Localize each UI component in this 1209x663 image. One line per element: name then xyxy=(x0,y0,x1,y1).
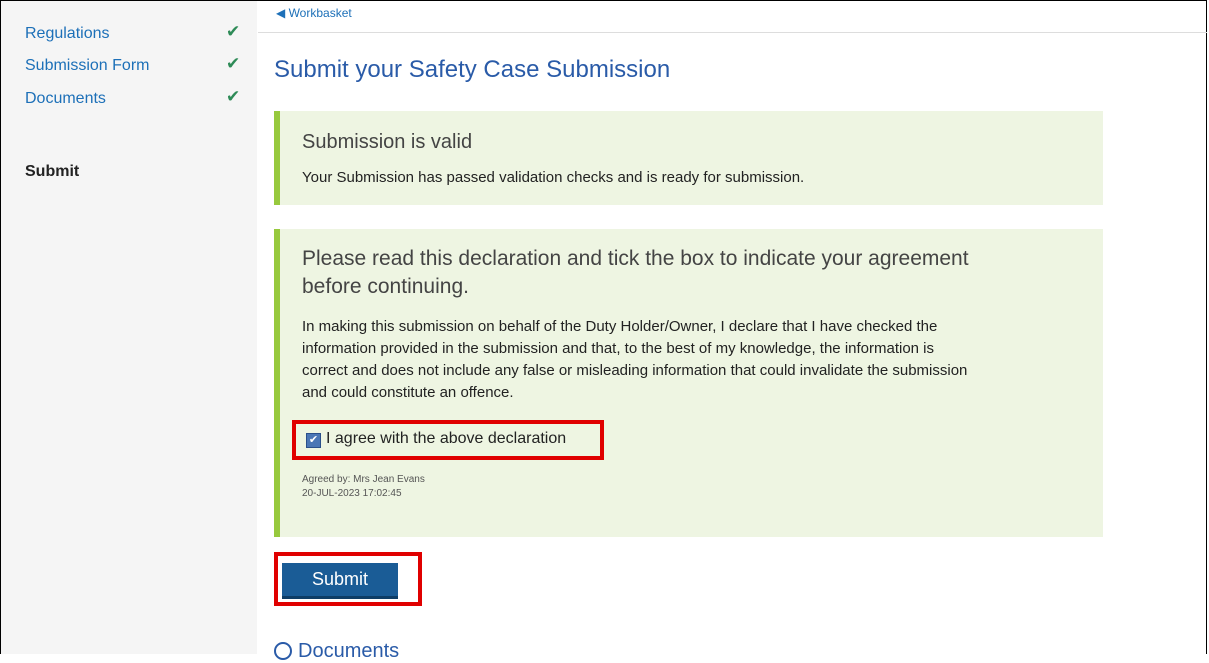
declaration-title-line2: before continuing. xyxy=(302,275,469,298)
declaration-title-line1: Please read this declaration and tick th… xyxy=(302,247,969,270)
agreed-by: Agreed by: Mrs Jean Evans xyxy=(302,474,425,485)
sidebar-item-submission-form[interactable]: Submission Form xyxy=(25,57,149,75)
declaration-text-line: correct and does not include any false o… xyxy=(302,362,968,379)
collapse-icon[interactable] xyxy=(274,642,292,660)
sidebar: Regulations ✔ Submission Form ✔ Document… xyxy=(1,1,257,654)
declaration-text-line: In making this submission on behalf of t… xyxy=(302,318,938,335)
back-to-workbasket-link[interactable]: ◀ Workbasket xyxy=(276,6,352,20)
validation-panel: Submission is valid Your Submission has … xyxy=(274,111,1103,205)
sidebar-item-submit[interactable]: Submit xyxy=(25,163,79,181)
declaration-text-line: information provided in the submission a… xyxy=(302,340,935,357)
check-icon: ✔ xyxy=(226,54,241,73)
declaration-text-line: and could constitute an offence. xyxy=(302,384,514,401)
sidebar-item-regulations[interactable]: Regulations xyxy=(25,25,110,43)
check-icon: ✔ xyxy=(226,87,241,106)
agree-label[interactable]: I agree with the above declaration xyxy=(326,430,566,448)
check-icon: ✔ xyxy=(226,22,241,41)
agree-checkbox[interactable]: ✔ xyxy=(306,433,321,448)
validation-text: Your Submission has passed validation ch… xyxy=(302,169,805,186)
page-title: Submit your Safety Case Submission xyxy=(274,56,671,83)
submit-highlight: Submit xyxy=(274,552,422,606)
validation-title: Submission is valid xyxy=(302,131,473,153)
declaration-panel: Please read this declaration and tick th… xyxy=(274,229,1103,537)
sidebar-item-documents[interactable]: Documents xyxy=(25,90,106,108)
documents-section-link[interactable]: Documents xyxy=(298,640,399,663)
main-content: ◀ Workbasket Submit your Safety Case Sub… xyxy=(258,0,1207,662)
agree-checkbox-highlight: ✔ I agree with the above declaration xyxy=(292,420,604,460)
agreed-at: 20-JUL-2023 17:02:45 xyxy=(302,488,402,499)
submit-button[interactable]: Submit xyxy=(282,563,398,599)
divider xyxy=(258,32,1207,33)
